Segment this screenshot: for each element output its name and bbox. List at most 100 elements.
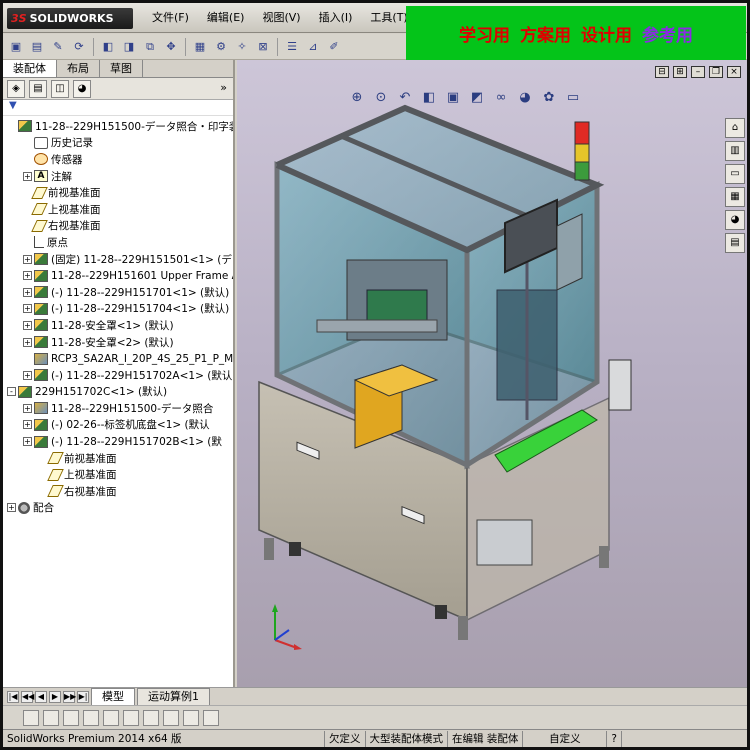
expand-toggle-icon[interactable]: + (23, 287, 32, 297)
expand-toggle-icon[interactable]: + (23, 403, 32, 413)
tab-nav-last-icon[interactable]: ▶| (77, 690, 89, 703)
expand-toggle-icon[interactable]: + (23, 370, 32, 380)
expand-toggle-icon[interactable]: + (23, 337, 32, 347)
palette-icon[interactable] (183, 709, 199, 726)
view-icon[interactable] (163, 709, 179, 726)
tab-nav-next-page-icon[interactable]: ▶▶ (63, 690, 76, 703)
tree-node-label: 配合 (33, 502, 54, 515)
tree-node[interactable]: +11-28--229H151500-データ照合 (3, 400, 233, 417)
open-icon[interactable]: ▤ (28, 38, 46, 56)
tab-assembly[interactable]: 装配体 (3, 60, 57, 77)
tree-node[interactable]: 前视基准面 (3, 184, 233, 201)
options-icon[interactable]: ☰ (283, 38, 301, 56)
frame-icon[interactable] (203, 709, 219, 726)
tree-spacer (23, 138, 32, 148)
menu-view[interactable]: 视图(V) (253, 3, 309, 33)
new-icon[interactable]: ▣ (7, 38, 25, 56)
tree-node[interactable]: 上视基准面 (3, 466, 233, 483)
tree-node[interactable]: 右视基准面 (3, 483, 233, 500)
tree-node[interactable]: + (-) 11-28--229H151704<1> (默认) (3, 301, 233, 318)
tree-node[interactable]: + (-) 11-28--229H151702A<1> (默认) (3, 367, 233, 384)
expand-toggle-icon[interactable]: + (23, 271, 32, 281)
logo-text: SOLIDWORKS (29, 12, 114, 25)
asm-icon (34, 319, 48, 332)
expand-toggle-icon[interactable]: + (7, 503, 16, 513)
wireframe-icon[interactable] (63, 709, 79, 726)
appearances-icon[interactable]: ◕ (725, 210, 745, 230)
property-manager-icon[interactable]: ▤ (29, 79, 47, 98)
list-icon[interactable] (83, 709, 99, 726)
tree-node[interactable]: + A 注解 (3, 168, 233, 185)
menu-edit[interactable]: 编辑(E) (198, 3, 254, 33)
configuration-manager-icon[interactable]: ◫ (51, 79, 69, 98)
custom-properties-icon[interactable]: ▤ (725, 233, 745, 253)
tree-node[interactable]: 传感器 (3, 151, 233, 168)
insert-component-icon[interactable]: ◨ (120, 38, 138, 56)
tab-nav-prev-icon[interactable]: ◀ (35, 690, 47, 703)
machine-3d-model[interactable] (237, 60, 747, 687)
tree-node[interactable]: 上视基准面 (3, 201, 233, 218)
expand-toggle-icon[interactable]: + (23, 420, 32, 430)
expand-toggle-icon[interactable]: + (23, 254, 32, 264)
design-library-icon[interactable]: ▥ (725, 141, 745, 161)
expand-toggle-icon[interactable]: + (23, 304, 32, 314)
interference-icon[interactable]: ⊠ (254, 38, 272, 56)
tree-node[interactable]: RCP3_SA2AR_I_20P_4S_25_P1_P_ML_20 (3, 350, 233, 367)
expand-toggle-icon[interactable]: + (23, 171, 32, 181)
smart-fastener-icon[interactable]: ⚙ (212, 38, 230, 56)
expand-toggle-icon[interactable]: + (23, 320, 32, 330)
tab-motion-study[interactable]: 运动算例1 (137, 687, 210, 706)
more-tabs-icon[interactable]: » (220, 81, 227, 94)
expand-toggle-icon[interactable]: - (7, 387, 16, 397)
measure-icon[interactable]: ⊿ (304, 38, 322, 56)
tree-node[interactable]: 右视基准面 (3, 218, 233, 235)
pencil-icon[interactable]: ✎ (49, 38, 67, 56)
pattern-icon[interactable]: ▦ (191, 38, 209, 56)
explode-icon[interactable]: ✧ (233, 38, 251, 56)
feature-manager-icon[interactable]: ◈ (7, 79, 25, 98)
tree-node-label: 传感器 (51, 153, 83, 166)
tree-node[interactable]: + 配合 (3, 500, 233, 517)
graphics-area[interactable]: ⊟ ⊞ – ❐ × ⊕ ⊙ ↶ ◧ ▣ ◩ ∞ ◕ ✿ ▭ ⌂ ▥ ▭ ▦ ◕ … (237, 60, 747, 687)
view-palette-icon[interactable]: ▦ (725, 187, 745, 207)
tab-nav-first-icon[interactable]: |◀ (7, 690, 19, 703)
menu-file[interactable]: 文件(F) (143, 3, 198, 33)
move-component-icon[interactable]: ✥ (162, 38, 180, 56)
tree-node[interactable]: + (-) 02-26--标签机底盘<1> (默认 (3, 417, 233, 434)
tree-node[interactable]: 历史记录 (3, 135, 233, 152)
tree-node[interactable]: 原点 (3, 234, 233, 251)
tree-node[interactable]: +11-28--229H151601 Upper Frame As (3, 267, 233, 284)
shaded-icon[interactable] (43, 709, 59, 726)
filter-icon[interactable]: ▼ (3, 100, 233, 116)
tab-model[interactable]: 模型 (91, 687, 135, 706)
tree-node[interactable]: +11-28-安全罩<1> (默认) (3, 317, 233, 334)
assembly-icon[interactable]: ◧ (99, 38, 117, 56)
mate-icon[interactable]: ⧉ (141, 38, 159, 56)
status-units[interactable]: 自定义 (523, 730, 608, 747)
tab-layout[interactable]: 布局 (57, 60, 100, 77)
axis-icon[interactable] (143, 709, 159, 726)
solidworks-logo[interactable]: 3S SOLIDWORKS (7, 8, 133, 29)
dimension-icon[interactable] (123, 709, 139, 726)
tree-node[interactable]: 前视基准面 (3, 450, 233, 467)
expand-toggle-icon[interactable]: + (23, 437, 32, 447)
tab-nav-next-icon[interactable]: ▶ (49, 690, 61, 703)
tree-node[interactable]: - 229H151702C<1> (默认) (3, 384, 233, 401)
file-explorer-icon[interactable]: ▭ (725, 164, 745, 184)
menu-insert[interactable]: 插入(I) (310, 3, 362, 33)
help-icon[interactable]: ? (607, 730, 622, 747)
rebuild-icon[interactable] (23, 709, 39, 726)
tree-node[interactable]: + (-) 11-28--229H151702B<1> (默 (3, 433, 233, 450)
resources-icon[interactable]: ⌂ (725, 118, 745, 138)
plane-icon (31, 203, 48, 216)
display-manager-icon[interactable]: ◕ (73, 79, 91, 98)
tree-node[interactable]: + (固定) 11-28--229H151501<1> (デフ (3, 251, 233, 268)
tree-node[interactable]: + (-) 11-28--229H151701<1> (默认) (3, 284, 233, 301)
rebuild-icon[interactable]: ⟳ (70, 38, 88, 56)
sketch-icon[interactable]: ✐ (325, 38, 343, 56)
grid-icon[interactable] (103, 709, 119, 726)
tab-sketch[interactable]: 草图 (100, 60, 143, 77)
tree-node[interactable]: 11-28--229H151500-データ照合・印字装 (3, 118, 233, 135)
tab-nav-prev-page-icon[interactable]: ◀◀ (21, 690, 34, 703)
tree-node[interactable]: +11-28-安全罩<2> (默认) (3, 334, 233, 351)
